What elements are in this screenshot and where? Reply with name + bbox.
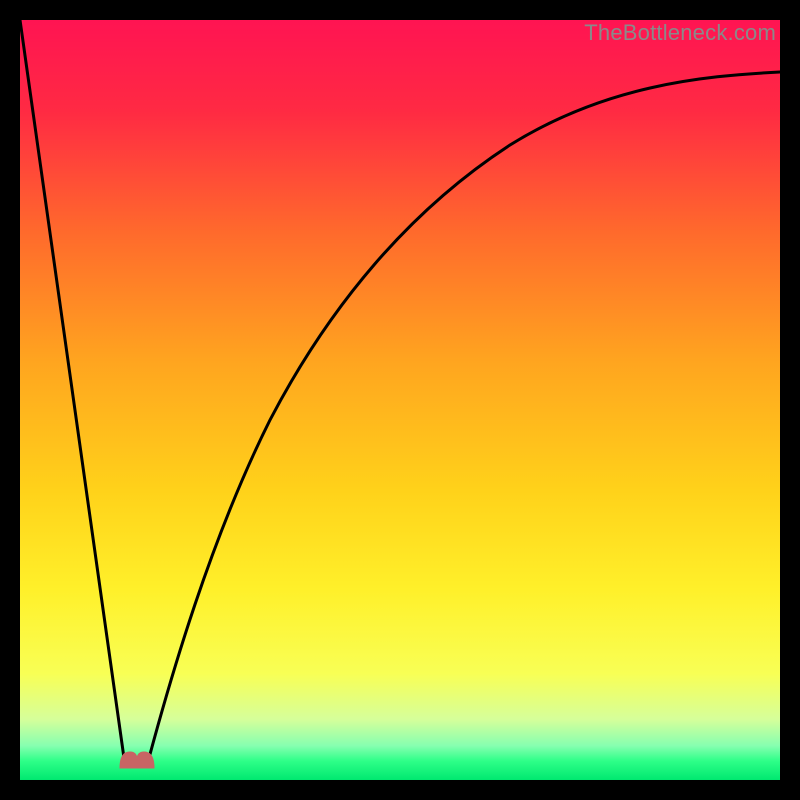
bottleneck-chart: [20, 20, 780, 780]
chart-frame: TheBottleneck.com: [20, 20, 780, 780]
watermark-text: TheBottleneck.com: [584, 20, 776, 46]
gradient-background: [20, 20, 780, 780]
